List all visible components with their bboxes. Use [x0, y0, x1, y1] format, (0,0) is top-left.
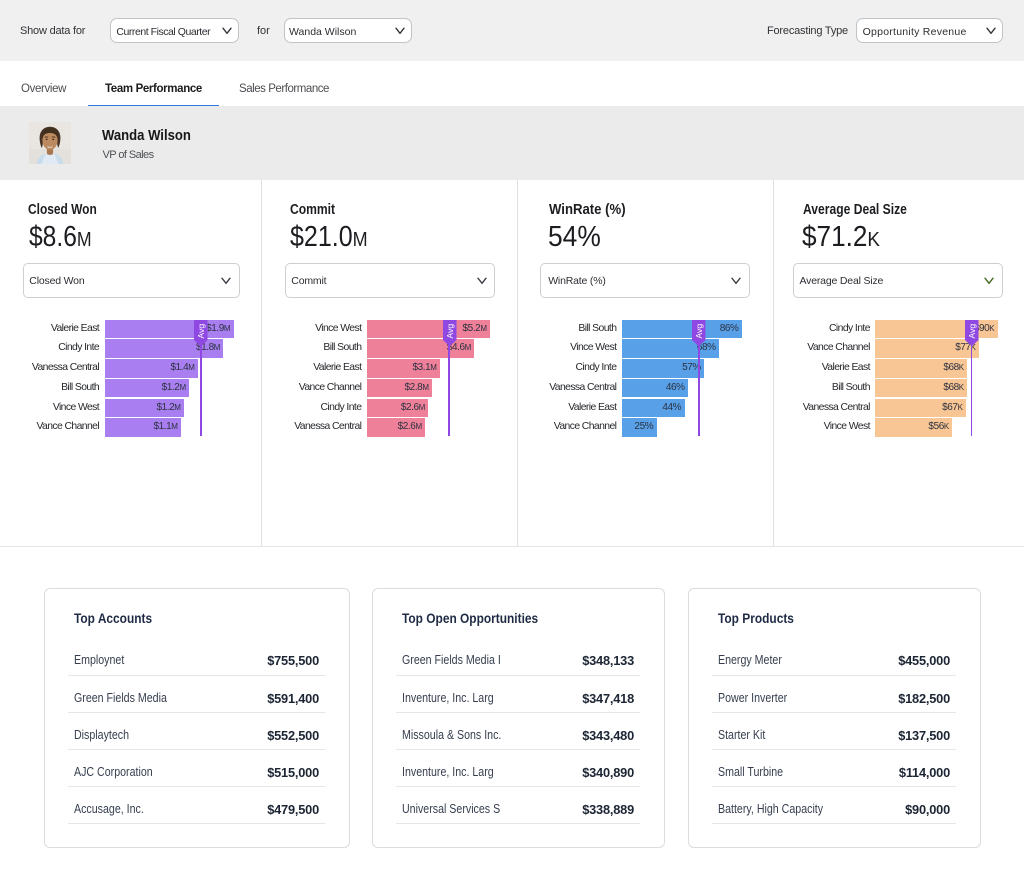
svg-text:Avg: Avg	[196, 323, 206, 338]
svg-text:Avg: Avg	[694, 323, 704, 338]
svg-text:Avg: Avg	[967, 323, 977, 338]
svg-text:Avg: Avg	[445, 323, 455, 338]
